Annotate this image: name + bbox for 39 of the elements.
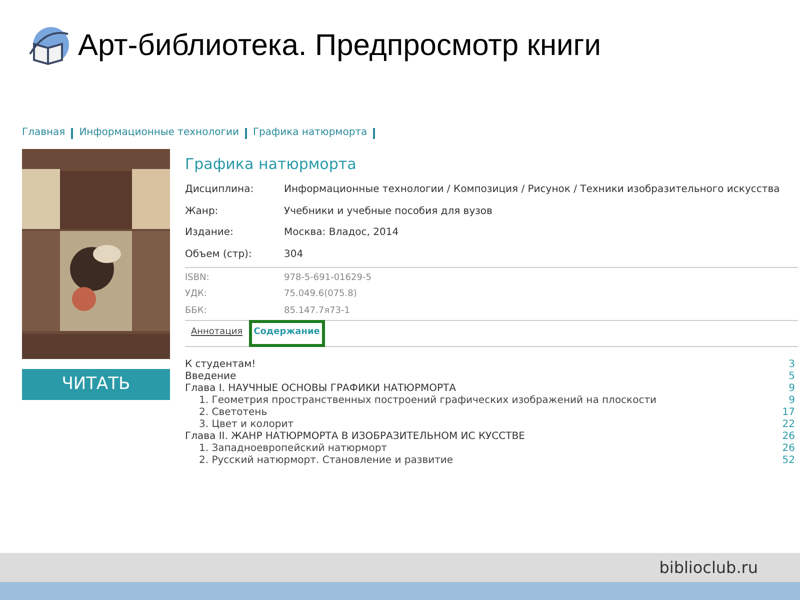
page-number: 22 [782,418,795,430]
site-name: biblioclub.ru [659,556,758,578]
code-value: 978-5-691-01629-5 [284,272,372,284]
breadcrumb-link[interactable]: Графика натюрморта [252,127,368,139]
page-number: 26 [782,430,795,442]
code-value: 85.147.7я73-1 [284,304,350,318]
detail-value: Учебники и учебные пособия для вузов [284,204,492,219]
contents-entry[interactable]: Глава I. НАУЧНЫЕ ОСНОВЫ ГРАФИКИ НАТЮРМОРТА [185,382,456,394]
tab[interactable]: Аннотация [189,326,245,340]
page-number: 9 [788,394,795,406]
breadcrumb-link[interactable]: Информационные технологии [79,127,239,139]
detail-value: Информационные технологии / Композиция / Рисунок / Техники изобразительного искусства [284,183,780,198]
detail-label: Издание: [185,226,234,240]
page-number: 17 [782,406,795,418]
page-number: 26 [782,442,795,454]
contents-entry[interactable]: 2. Русский натюрморт. Становление и развитие [185,454,454,466]
page-number: 9 [788,382,795,394]
contents-entry[interactable]: Введение [185,370,236,382]
code-label: УДК: [185,288,208,301]
slide-title: Арт-библиотека. Предпросмотр книги [78,31,602,61]
page-number: 52 [782,454,795,466]
contents-entry[interactable]: К студентам! [185,358,256,370]
contents-entry[interactable]: 1. Геометрия пространственных построений графических изображений на плоскости [185,394,657,406]
page-number: 3 [788,358,795,370]
detail-label: Объем (стр): [185,248,253,262]
breadcrumb-link[interactable]: Главная [22,127,66,139]
code-value: 75.049.6(075.8) [284,288,357,301]
detail-label: Жанр: [185,204,220,219]
detail-value: 304 [284,248,304,262]
contents-entry[interactable]: 1. Западноевропейский натюрморт [185,442,388,454]
contents-entry[interactable]: Глава II. ЖАНР НАТЮРМОРТА В ИЗОБРАЗИТЕЛЬНОМ ИС КУССТВЕ [185,430,525,442]
book-title: Графика натюрморта [185,155,358,173]
code-label: ББК: [185,304,208,318]
code-label: ISBN: [185,272,210,284]
contents-entry[interactable]: 2. Светотень [185,406,268,418]
detail-label: Дисциплина: [185,183,255,198]
page-number: 5 [788,370,795,382]
detail-value: Москва: Владос, 2014 [284,226,399,240]
contents-entry[interactable]: 3. Цвет и колорит [185,418,294,430]
